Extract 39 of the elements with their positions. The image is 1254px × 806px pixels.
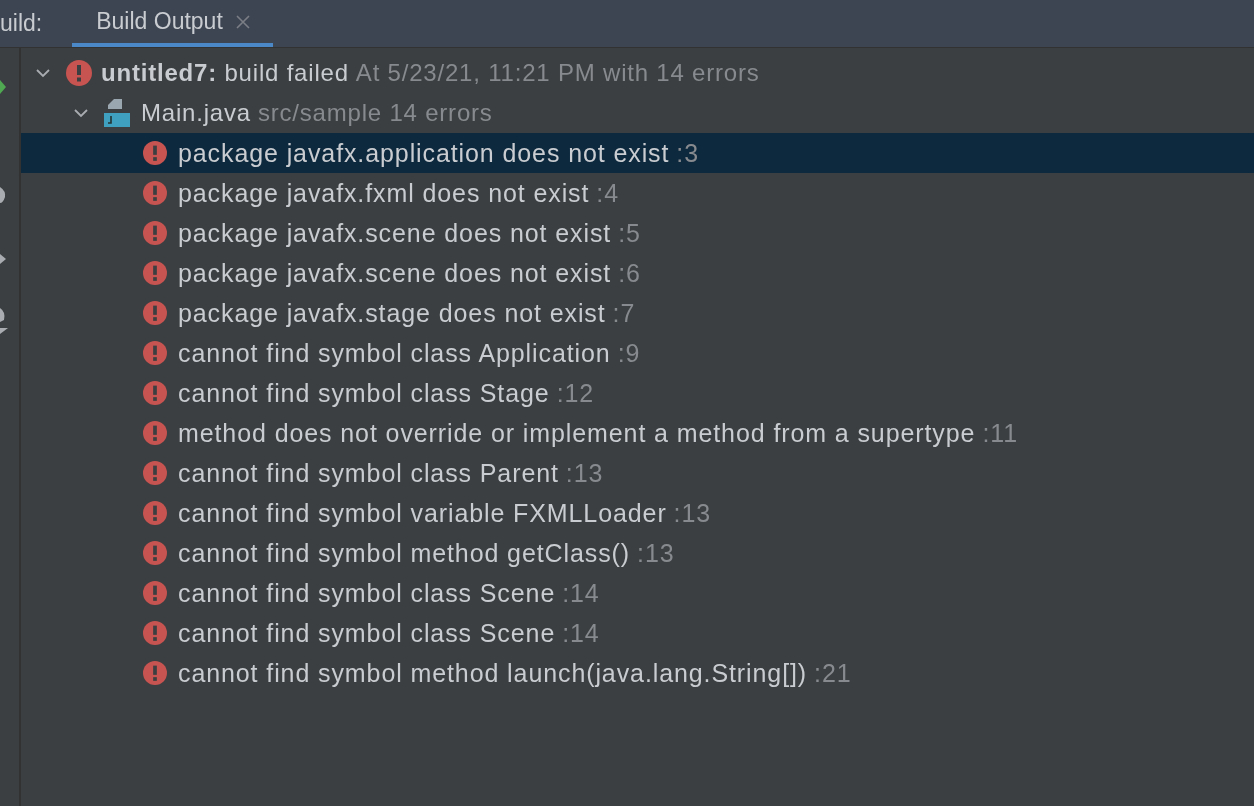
close-icon[interactable] — [234, 13, 251, 30]
error-icon — [143, 141, 167, 165]
error-icon — [143, 501, 167, 525]
error-item[interactable]: package javafx.scene does not exist :5 — [21, 213, 1254, 253]
error-icon — [143, 261, 167, 285]
error-icon — [143, 581, 167, 605]
error-item[interactable]: cannot find symbol method launch(java.lang.String[]) :21 — [21, 653, 1254, 693]
error-item[interactable]: package javafx.scene does not exist :6 — [21, 253, 1254, 293]
error-item[interactable]: cannot find symbol class Application :9 — [21, 333, 1254, 373]
file-name: Main.java — [141, 99, 251, 127]
run-icon[interactable] — [0, 80, 6, 94]
error-icon — [143, 541, 167, 565]
error-item[interactable]: cannot find symbol class Scene :14 — [21, 613, 1254, 653]
error-item[interactable]: cannot find symbol variable FXMLLoader :13 — [21, 493, 1254, 533]
error-item[interactable]: cannot find symbol method getClass() :13 — [21, 533, 1254, 573]
arrow-icon[interactable] — [0, 252, 6, 266]
error-icon — [143, 461, 167, 485]
build-status: untitled7: build failed — [101, 59, 349, 87]
error-icon — [143, 421, 167, 445]
error-icon — [143, 621, 167, 645]
error-item[interactable]: cannot find symbol class Stage :12 — [21, 373, 1254, 413]
error-icon — [143, 381, 167, 405]
java-file-icon — [104, 99, 130, 127]
build-time: At 5/23/21, 11:21 PM with 14 errors — [355, 59, 760, 87]
error-icon — [143, 181, 167, 205]
error-item[interactable]: method does not override or implement a method from a supertype :11 — [21, 413, 1254, 453]
error-icon — [66, 60, 92, 86]
file-path: src/sample 14 errors — [257, 99, 493, 127]
error-icon — [143, 221, 167, 245]
error-item[interactable]: package javafx.stage does not exist :7 — [21, 293, 1254, 333]
error-icon — [143, 661, 167, 685]
output-tab[interactable]: Build Output — [72, 0, 273, 47]
error-item[interactable]: cannot find symbol class Parent :13 — [21, 453, 1254, 493]
error-icon — [143, 301, 167, 325]
error-item[interactable]: cannot find symbol class Scene :14 — [21, 573, 1254, 613]
error-item[interactable]: package javafx.application does not exist :3 — [21, 133, 1254, 173]
toolwindow-label: uild: — [0, 9, 44, 38]
error-icon — [143, 341, 167, 365]
error-item[interactable]: package javafx.fxml does not exist :4 — [21, 173, 1254, 213]
